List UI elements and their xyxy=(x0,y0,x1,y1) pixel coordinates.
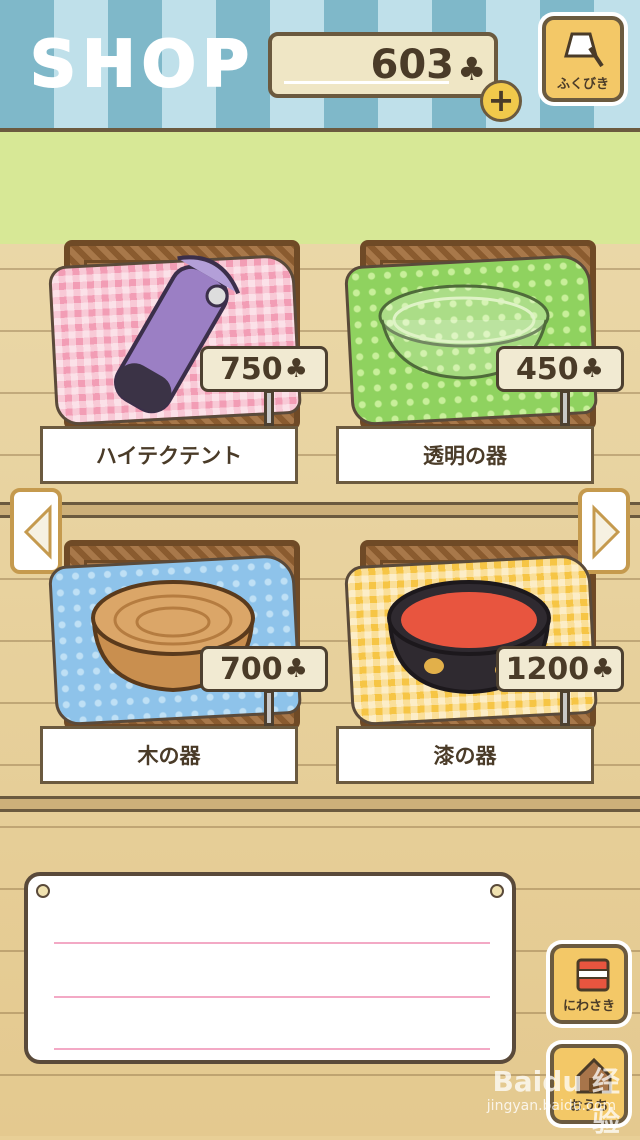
chevron-left-icon xyxy=(23,504,52,560)
item-price: 450 xyxy=(516,351,579,387)
chevron-right-icon xyxy=(592,504,621,560)
tag-peg xyxy=(264,390,274,426)
item-price: 700 xyxy=(220,651,283,687)
item-name: 木の器 xyxy=(40,726,298,784)
clover-icon: ♣ xyxy=(284,354,308,384)
yard-label: にわさき xyxy=(562,999,615,1014)
lottery-button[interactable]: ふくびき xyxy=(542,16,624,102)
green-wall xyxy=(0,128,640,248)
lottery-label: ふくびき xyxy=(556,77,609,92)
next-page-arrow[interactable] xyxy=(578,488,630,574)
clover-balance: 603 ♣ xyxy=(268,32,498,98)
buy-clovers-button[interactable]: + xyxy=(480,80,522,122)
shelf-divider xyxy=(0,796,640,812)
message-board xyxy=(24,872,516,1064)
clover-icon: ♣ xyxy=(580,354,604,384)
ruled-line xyxy=(54,942,490,944)
tag-peg xyxy=(264,690,274,726)
item-price: 750 xyxy=(220,351,283,387)
yard-button[interactable]: にわさき xyxy=(550,944,628,1024)
item-name: 透明の器 xyxy=(336,426,594,484)
clover-icon: ♣ xyxy=(591,654,615,684)
shelf-divider xyxy=(0,502,640,518)
price-tag: 750 ♣ xyxy=(200,346,328,392)
shop-header: SHOP 603 ♣ + ふくびき xyxy=(0,0,640,128)
shop-item-tent[interactable]: 750 ♣ ハイテクテント xyxy=(40,240,328,490)
shop-item-wooden-bowl[interactable]: 700 ♣ 木の器 xyxy=(40,540,328,790)
price-tag: 1200 ♣ xyxy=(496,646,624,692)
shop-title: SHOP xyxy=(29,27,255,103)
tag-peg xyxy=(560,690,570,726)
shop-item-lacquer-bowl[interactable]: 1200 ♣ 漆の器 xyxy=(336,540,624,790)
tag-peg xyxy=(560,390,570,426)
clover-icon: ♣ xyxy=(457,50,486,88)
item-name: 漆の器 xyxy=(336,726,594,784)
watermark-url: jingyan.baidu.com xyxy=(486,1098,616,1114)
clover-count: 603 xyxy=(370,42,455,88)
shop-item-glass-bowl[interactable]: 450 ♣ 透明の器 xyxy=(336,240,624,490)
board-pin xyxy=(36,884,50,898)
price-tag: 700 ♣ xyxy=(200,646,328,692)
food-bowl-icon xyxy=(576,958,610,992)
clover-icon: ♣ xyxy=(284,654,308,684)
bell-icon xyxy=(564,32,604,68)
ruled-line xyxy=(54,996,490,998)
previous-page-arrow[interactable] xyxy=(10,488,62,574)
item-price: 1200 xyxy=(505,651,590,687)
item-name: ハイテクテント xyxy=(40,426,298,484)
ruled-line xyxy=(54,1048,490,1050)
board-pin xyxy=(490,884,504,898)
price-tag: 450 ♣ xyxy=(496,346,624,392)
